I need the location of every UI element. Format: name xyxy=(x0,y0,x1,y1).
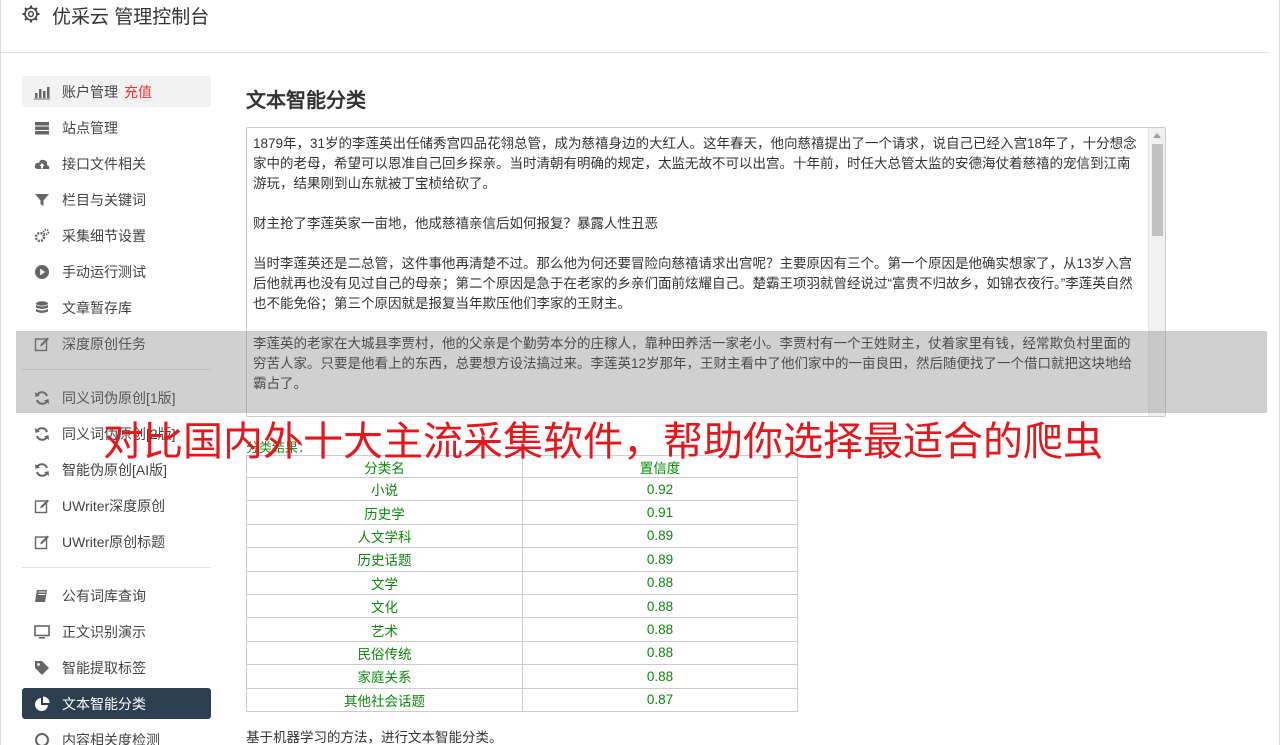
sidebar-item[interactable]: 文本智能分类 xyxy=(22,688,211,719)
sidebar-item-label: 文本智能分类 xyxy=(62,695,146,712)
link-icon xyxy=(34,732,50,745)
sidebar-item-label: 采集细节设置 xyxy=(62,227,146,244)
confidence-cell: 0.87 xyxy=(522,687,798,712)
sidebar-item[interactable]: UWriter原创标题 xyxy=(22,526,211,557)
gear-icon[interactable] xyxy=(21,4,41,24)
confidence-cell: 0.92 xyxy=(522,476,798,502)
sidebar-item[interactable]: UWriter深度原创 xyxy=(22,490,211,521)
sidebar-separator xyxy=(22,567,211,568)
category-cell: 文化 xyxy=(246,593,523,619)
scrollbar-thumb[interactable] xyxy=(1152,144,1163,236)
table-row: 文学 0.88 xyxy=(246,570,798,595)
table-row: 人文学科 0.89 xyxy=(246,523,798,549)
table-row: 艺术 0.88 xyxy=(246,617,798,642)
overlay-headline: 对比国内外十大主流采集软件，帮助你选择最适合的爬虫 xyxy=(103,419,1103,465)
sidebar-item-label: 文章暂存库 xyxy=(62,299,132,316)
sidebar-item[interactable]: 账户管理 充值 xyxy=(22,76,211,107)
table-row: 其他社会话题 0.87 xyxy=(246,687,798,712)
refresh-icon xyxy=(34,462,50,478)
sidebar-item-label: 账户管理 xyxy=(62,83,118,100)
confidence-cell: 0.88 xyxy=(522,570,798,595)
overlay-band xyxy=(16,331,1267,413)
footnote: 基于机器学习的方法，进行文本智能分类。 xyxy=(246,730,503,745)
confidence-cell: 0.88 xyxy=(522,593,798,619)
sidebar-item-label: UWriter原创标题 xyxy=(62,533,166,550)
sidebar-item[interactable]: 采集细节设置 xyxy=(22,220,211,251)
sidebar-item-label: 智能提取标签 xyxy=(62,659,146,676)
category-cell: 其他社会话题 xyxy=(246,687,523,712)
table-row: 民俗传统 0.88 xyxy=(246,640,798,666)
pie-chart-icon xyxy=(34,696,50,712)
table-row: 文化 0.88 xyxy=(246,593,798,619)
table-row: 家庭关系 0.88 xyxy=(246,664,798,689)
confidence-cell: 0.91 xyxy=(522,500,798,525)
article-paragraph: 财主抢了李莲英家一亩地，他成慈禧亲信后如何报复？暴露人性丑恶 xyxy=(253,216,658,231)
filter-icon xyxy=(34,192,50,208)
category-cell: 人文学科 xyxy=(246,523,523,549)
confidence-cell: 0.89 xyxy=(522,523,798,549)
category-cell: 文学 xyxy=(246,570,523,595)
category-cell: 历史学 xyxy=(246,500,523,525)
confidence-cell: 0.88 xyxy=(522,617,798,642)
app-title: 优采云 管理控制台 xyxy=(52,7,210,28)
sidebar-item[interactable]: 手动运行测试 xyxy=(22,256,211,287)
sidebar-item-label: 手动运行测试 xyxy=(62,263,146,280)
bar-chart-icon xyxy=(34,84,50,100)
sidebar-item-label: 正文识别演示 xyxy=(62,623,146,640)
server-icon xyxy=(34,120,50,136)
recharge-link[interactable]: 充值 xyxy=(124,82,152,102)
page-title: 文本智能分类 xyxy=(246,90,366,112)
gears-icon xyxy=(34,228,50,244)
table-row: 历史学 0.91 xyxy=(246,500,798,525)
category-cell: 民俗传统 xyxy=(246,640,523,666)
category-cell: 历史话题 xyxy=(246,547,523,572)
category-cell: 艺术 xyxy=(246,617,523,642)
result-table: 分类名 置信度 小说 0.92 历史学 0.91 人文学科 0.89 历史话题 0.89 文学 0… xyxy=(246,455,798,712)
sidebar-item[interactable]: 栏目与关键词 xyxy=(22,184,211,215)
edit-icon xyxy=(34,534,50,550)
sidebar-item-label: 站点管理 xyxy=(62,119,118,136)
cloud-upload-icon xyxy=(34,156,50,172)
sidebar-item[interactable]: 站点管理 xyxy=(22,112,211,143)
top-bar: 优采云 管理控制台 xyxy=(1,0,1269,53)
scroll-up-icon[interactable] xyxy=(1153,133,1161,138)
refresh-icon xyxy=(34,426,50,442)
article-paragraph: 当时李莲英还是二总管，这件事他再清楚不过。那么他为何还要冒险向慈禧请求出宫呢？主… xyxy=(253,256,1133,311)
sidebar-item[interactable]: 正文识别演示 xyxy=(22,616,211,647)
console-page: 优采云 管理控制台 账户管理 充值 站点管理 接口文件相关 栏目与关键词 采集细节设置 手动… xyxy=(0,0,1280,745)
sidebar-item-label: UWriter深度原创 xyxy=(62,497,166,514)
confidence-cell: 0.88 xyxy=(522,640,798,666)
table-row: 历史话题 0.89 xyxy=(246,547,798,572)
article-paragraph: 1879年，31岁的李莲英出任储秀宫四品花翎总管，成为慈禧身边的大红人。这年春天… xyxy=(253,136,1137,191)
monitor-icon xyxy=(34,624,50,640)
category-cell: 小说 xyxy=(246,476,523,502)
tag-icon xyxy=(34,660,50,676)
edit-icon xyxy=(34,498,50,514)
sidebar-item[interactable]: 文章暂存库 xyxy=(22,292,211,323)
play-circle-icon xyxy=(34,264,50,280)
sidebar-item[interactable]: 公有词库查询 xyxy=(22,580,211,611)
category-cell: 家庭关系 xyxy=(246,664,523,689)
confidence-cell: 0.89 xyxy=(522,547,798,572)
book-icon xyxy=(34,588,50,604)
sidebar-item-label: 栏目与关键词 xyxy=(62,191,146,208)
sidebar-item[interactable]: 接口文件相关 xyxy=(22,148,211,179)
confidence-cell: 0.88 xyxy=(522,664,798,689)
sidebar-item-label: 接口文件相关 xyxy=(62,155,146,172)
sidebar-item-label: 内容相关度检测 xyxy=(62,731,160,745)
table-row: 小说 0.92 xyxy=(246,476,798,502)
sidebar-item[interactable]: 内容相关度检测 xyxy=(22,724,211,745)
sidebar-item-label: 公有词库查询 xyxy=(62,587,146,604)
sidebar-item[interactable]: 智能提取标签 xyxy=(22,652,211,683)
database-icon xyxy=(34,300,50,316)
